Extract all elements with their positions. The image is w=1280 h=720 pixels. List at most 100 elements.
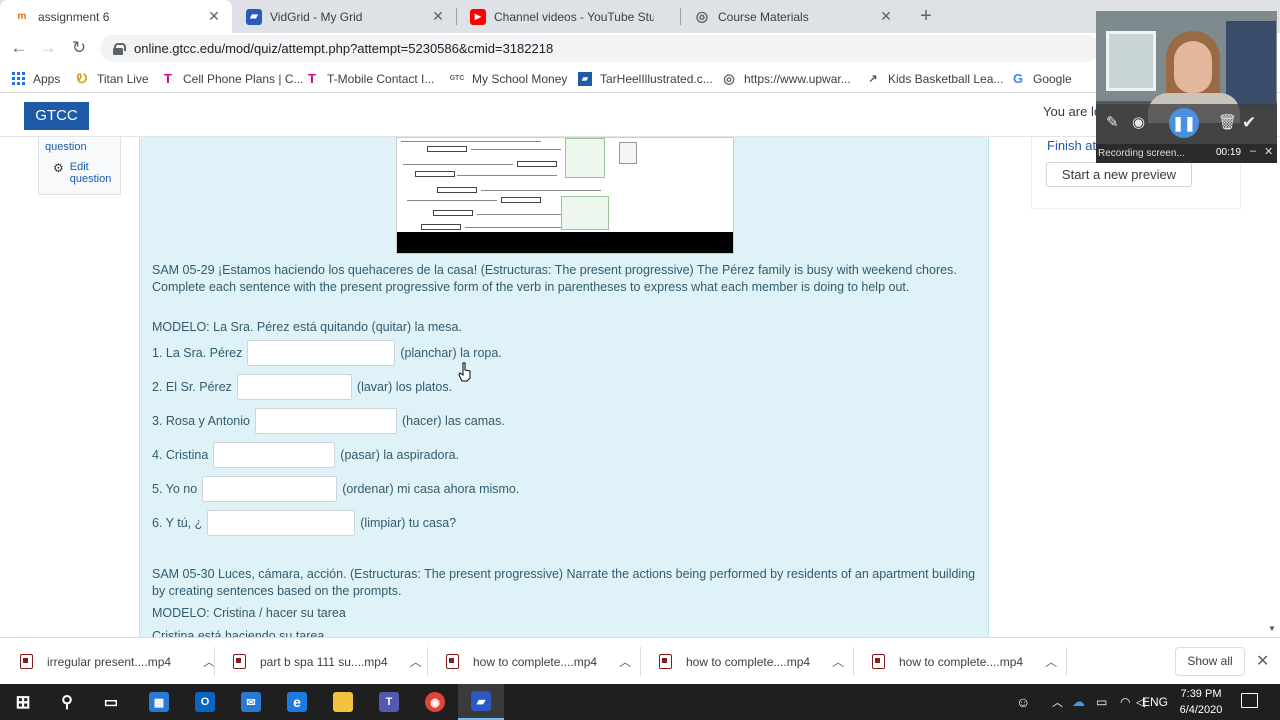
outlook-icon[interactable]: O: [182, 684, 228, 720]
download-item[interactable]: how to complete....mp4 ︿: [659, 638, 844, 685]
tray-chevron-icon[interactable]: ︿: [1052, 684, 1063, 720]
sentence-start: 5. Yo no: [152, 482, 198, 496]
tab-title: assignment 6: [38, 9, 110, 24]
answer-input-2[interactable]: [236, 374, 352, 400]
windows-start-icon[interactable]: ⊞: [0, 684, 46, 720]
system-clock[interactable]: 7:39 PM 6/4/2020: [1170, 686, 1232, 718]
chevron-up-icon[interactable]: ︿: [410, 653, 422, 670]
webcam-icon[interactable]: ◉: [1132, 113, 1145, 131]
chevron-up-icon[interactable]: ︿: [832, 653, 844, 670]
bookmark-label: Kids Basketball Lea...: [888, 71, 1004, 86]
chart-icon: ↗: [868, 73, 878, 85]
mail-icon[interactable]: ✉: [228, 684, 274, 720]
answer-input-6[interactable]: [207, 510, 356, 536]
sentence-start: 6. Y tú, ¿: [152, 516, 203, 530]
close-icon[interactable]: ✕: [1264, 145, 1273, 158]
edge-icon[interactable]: e: [274, 684, 320, 720]
file-explorer-icon[interactable]: [320, 684, 366, 720]
bookmark-google[interactable]: G Google: [1011, 70, 1072, 87]
vidgrid-icon: ▰: [246, 8, 262, 25]
tab-title: Course Materials: [718, 9, 809, 24]
edit-question-link[interactable]: ⚙ Edit question: [45, 161, 111, 185]
forward-arrow-icon[interactable]: →: [37, 37, 59, 59]
close-tab-icon[interactable]: ✕: [878, 8, 894, 25]
answer-input-1[interactable]: [247, 340, 396, 366]
start-new-preview-button[interactable]: Start a new preview: [1046, 162, 1192, 187]
chevron-up-icon[interactable]: ︿: [619, 653, 631, 670]
background-shelf: [1226, 21, 1276, 106]
browser-toolbar: ← → ↻ online.gtcc.edu/mod/quiz/attempt.p…: [0, 33, 1280, 64]
new-tab-button[interactable]: +: [916, 5, 936, 27]
recording-timer: 00:19: [1216, 147, 1242, 158]
teams-icon[interactable]: T: [366, 684, 412, 720]
tab-course-materials[interactable]: ◎ Course Materials ✕: [680, 0, 904, 33]
close-tab-icon[interactable]: ✕: [206, 8, 222, 25]
windows-taskbar: ⊞ ⚲ ▭ ▦ O ✉ e T ◉ ▰ ☺ ︿ ☁ ▭ ◠ ◁ ENG 7:39…: [0, 684, 1280, 720]
search-icon[interactable]: ⚲: [44, 684, 90, 720]
sentence-end: (limpiar) tu casa?: [360, 516, 457, 530]
check-icon[interactable]: ✔: [1242, 113, 1256, 133]
sentence-end: (pasar) la aspiradora.: [340, 448, 460, 462]
store-icon[interactable]: ▦: [136, 684, 182, 720]
bookmark-my-school-money[interactable]: GTC My School Money: [450, 70, 568, 87]
downloads-shelf: irregular present....mp4 ︿ part b spa 11…: [0, 637, 1280, 684]
address-bar[interactable]: online.gtcc.edu/mod/quiz/attempt.php?att…: [100, 35, 1100, 62]
sentence-start: 4. Cristina: [152, 448, 209, 462]
onedrive-icon[interactable]: ☁: [1072, 684, 1085, 720]
tab-vidgrid[interactable]: ▰ VidGrid - My Grid ✕: [232, 0, 456, 33]
notification-icon[interactable]: [1241, 693, 1258, 708]
show-all-downloads-button[interactable]: Show all: [1175, 647, 1245, 676]
tab-youtube-studio[interactable]: ▶ Channel videos - YouTube Studio: [456, 0, 680, 33]
trash-icon[interactable]: 🗑: [1218, 113, 1237, 131]
google-icon: G: [1012, 71, 1024, 86]
webcam-recorder-overlay: ✎ ◉ ❚❚ 🗑 ✔ Recording screen... 00:19 – ✕: [1096, 11, 1277, 163]
flag-question-link[interactable]: question: [45, 141, 87, 153]
language-indicator[interactable]: ENG: [1142, 684, 1168, 720]
people-icon[interactable]: ☺: [1016, 684, 1030, 720]
moodle-page: GTCC You are logged in as Jennifer Ray q…: [0, 94, 1280, 637]
chevron-up-icon[interactable]: ︿: [1045, 653, 1057, 670]
vidgrid-icon[interactable]: ▰: [458, 684, 504, 720]
pen-icon[interactable]: ✎: [1106, 113, 1119, 131]
bookmarks-bar: Apps Ꭷ Titan Live T Cell Phone Plans | C…: [0, 64, 1280, 93]
bookmark-tmobile-contact[interactable]: T T-Mobile Contact I...: [305, 70, 434, 87]
bookmark-tarheel[interactable]: ▰ TarHeelIllustrated.c...: [578, 70, 713, 87]
brand-logo[interactable]: GTCC: [24, 102, 89, 130]
tab-title: VidGrid - My Grid: [270, 9, 363, 24]
task-view-icon[interactable]: ▭: [88, 684, 134, 720]
tmobile-icon: T: [164, 71, 172, 86]
answer-input-4[interactable]: [213, 442, 336, 468]
pause-button[interactable]: ❚❚: [1169, 108, 1199, 138]
back-arrow-icon[interactable]: ←: [8, 37, 30, 59]
bookmark-upwork[interactable]: ◎ https://www.upwar...: [722, 70, 850, 87]
youtube-icon: ▶: [470, 8, 486, 25]
bookmark-cell-phone-plans[interactable]: T Cell Phone Plans | C...: [161, 70, 304, 87]
scroll-down-arrow-icon[interactable]: ▼: [1268, 624, 1276, 633]
bookmark-kids-basketball[interactable]: ↗ Kids Basketball Lea...: [866, 70, 1003, 87]
close-tab-icon[interactable]: ✕: [430, 8, 446, 25]
sentence-end: (ordenar) mi casa ahora mismo.: [342, 482, 520, 496]
bookmark-apps[interactable]: Apps: [12, 70, 60, 87]
reload-icon[interactable]: ↻: [68, 37, 90, 59]
question2-prompt: SAM 05-30 Luces, cámara, acción. (Estruc…: [152, 567, 976, 598]
download-item[interactable]: part b spa 111 su....mp4 ︿: [233, 638, 422, 685]
edit-label-2: question: [69, 173, 112, 185]
close-downloads-icon[interactable]: ✕: [1256, 651, 1269, 671]
bookmark-titan-live[interactable]: Ꭷ Titan Live: [75, 70, 149, 87]
minimize-icon[interactable]: –: [1250, 145, 1256, 157]
tab-assignment-6[interactable]: m assignment 6 ✕: [0, 0, 232, 33]
background-window: [1106, 31, 1156, 91]
tab-title: Channel videos - YouTube Studio: [494, 9, 654, 24]
presenter-face: [1174, 41, 1212, 93]
bookmark-label: Cell Phone Plans | C...: [183, 71, 304, 86]
battery-icon[interactable]: ▭: [1096, 684, 1107, 720]
answer-input-5[interactable]: [202, 476, 338, 502]
answer-input-3[interactable]: [254, 408, 397, 434]
download-item[interactable]: how to complete....mp4 ︿: [446, 638, 631, 685]
wifi-icon[interactable]: ◠: [1120, 684, 1130, 720]
download-item[interactable]: irregular present....mp4 ︿: [20, 638, 215, 685]
flag-icon: ▰: [578, 71, 592, 86]
chrome-icon[interactable]: ◉: [412, 684, 458, 720]
modelo-text: MODELO: La Sra. Pérez está quitando (qui…: [152, 320, 462, 334]
download-item[interactable]: how to complete....mp4 ︿: [872, 638, 1057, 685]
